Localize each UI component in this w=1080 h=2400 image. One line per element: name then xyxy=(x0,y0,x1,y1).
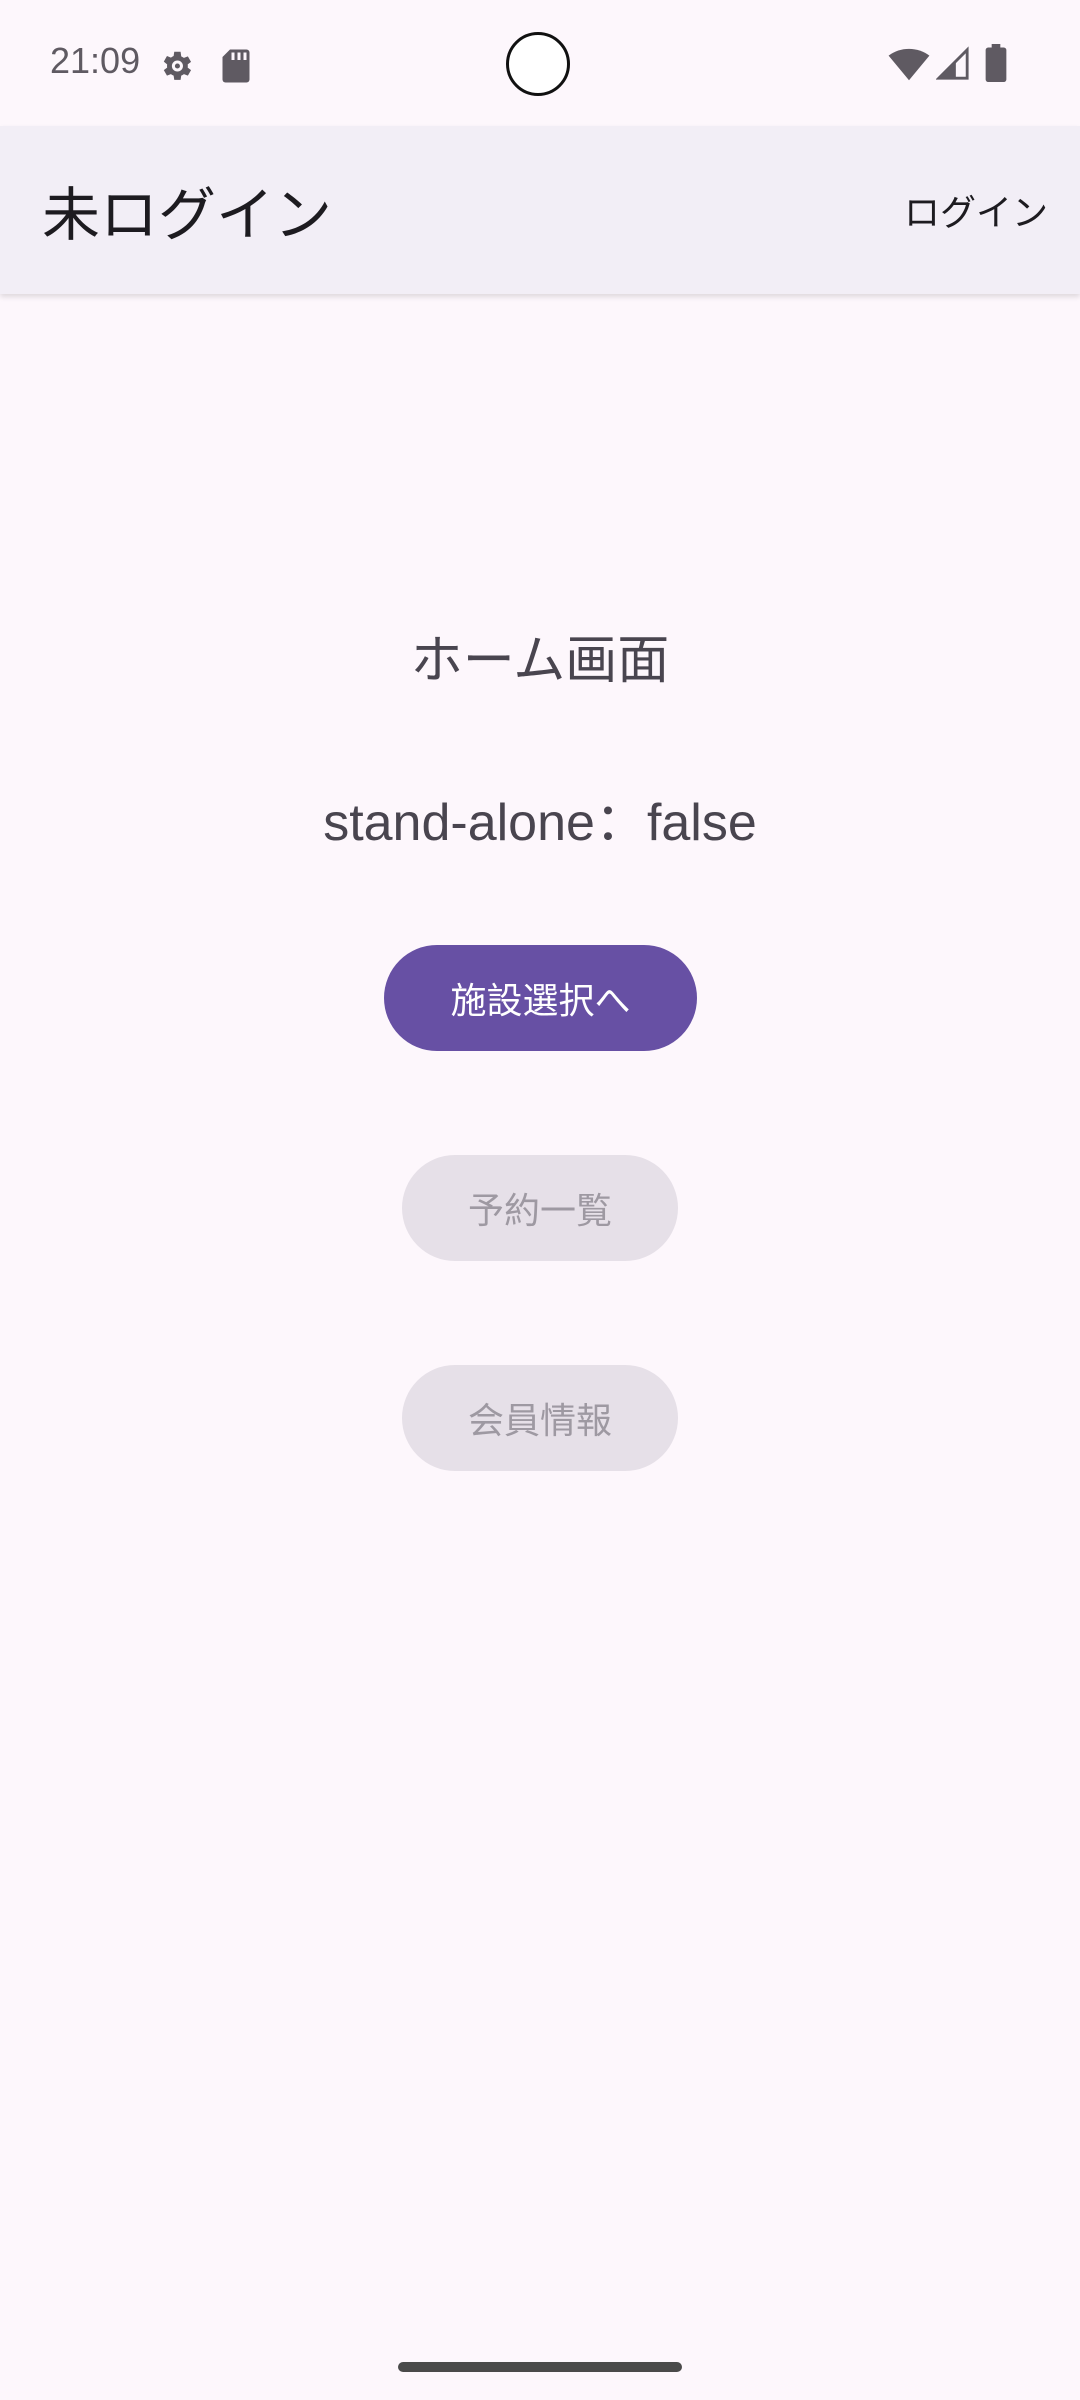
member-info-button[interactable]: 会員情報 xyxy=(402,1365,678,1471)
battery-icon xyxy=(985,44,1007,82)
page-title: ホーム画面 xyxy=(410,631,670,691)
standalone-status-text: stand-alone：false xyxy=(323,794,757,852)
top-app-bar: 未ログイン ログイン xyxy=(0,126,1080,294)
gear-icon xyxy=(163,51,192,80)
status-time: 21:09 xyxy=(50,40,141,81)
wifi-icon xyxy=(888,48,930,81)
cell-signal-icon xyxy=(936,46,969,80)
camera-cutout xyxy=(506,32,570,96)
status-bar: 21:09 xyxy=(0,0,1080,126)
home-gesture-bar[interactable] xyxy=(398,2362,682,2372)
reservation-list-button[interactable]: 予約一覧 xyxy=(402,1155,678,1261)
sd-card-icon xyxy=(222,49,250,83)
facility-select-button[interactable]: 施設選択へ xyxy=(384,945,697,1051)
login-button[interactable]: ログイン xyxy=(904,168,1048,252)
app-bar-title: 未ログイン xyxy=(42,181,333,249)
